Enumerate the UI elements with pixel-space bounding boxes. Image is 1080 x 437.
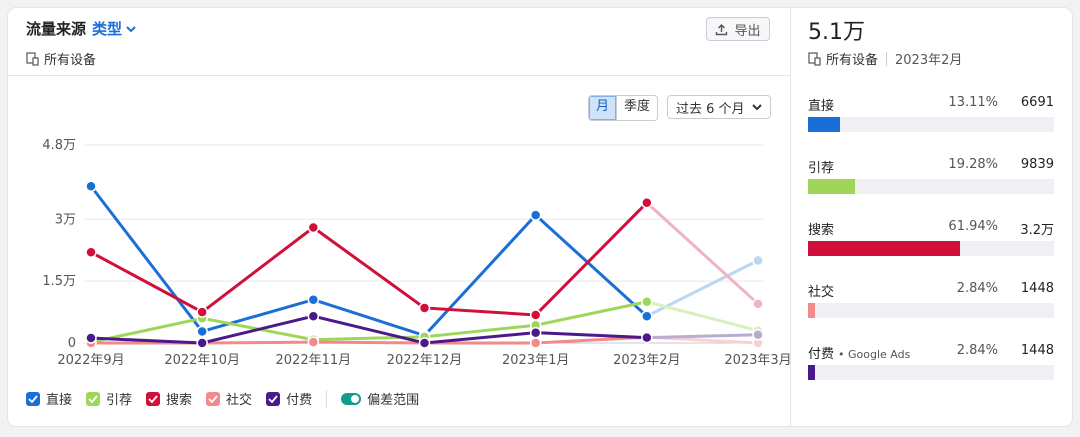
legend-label: 直接 [46, 393, 73, 408]
share-bar-track [808, 365, 1054, 380]
data-point[interactable] [641, 197, 653, 209]
data-point[interactable] [529, 209, 542, 221]
source-percent: 61.94% [948, 219, 998, 234]
traffic-line-chart: 0 1.5万 3万 4.8万 2022年9月 2022年10月 2022年11月 2022年1… [42, 138, 790, 368]
devices-icon [808, 51, 821, 66]
data-point[interactable] [196, 337, 208, 349]
summary-subheader: 所有设备 2023年2月 [808, 49, 962, 68]
x-tick-label: 2022年12月 [387, 353, 463, 368]
share-bar-track [808, 241, 1054, 256]
source-value: 3.2万 [1020, 223, 1054, 238]
data-point[interactable] [307, 336, 320, 348]
source-value: 1448 [1020, 343, 1054, 358]
checkbox-icon[interactable] [86, 391, 101, 406]
source-percent: 2.84% [956, 343, 998, 358]
checkbox-icon[interactable] [206, 391, 221, 406]
series-付费 [85, 310, 764, 349]
legend-label: 付费 [286, 393, 313, 408]
x-tick-label: 2023年2月 [613, 353, 680, 368]
checkbox-icon[interactable] [26, 391, 40, 406]
data-point[interactable] [752, 254, 764, 267]
share-bar-fill [808, 179, 856, 194]
x-tick-label: 2022年11月 [276, 353, 352, 368]
data-point[interactable] [196, 325, 208, 338]
summary-devices: 所有设备 [826, 53, 879, 68]
data-point[interactable] [85, 246, 97, 258]
x-tick-label: 2023年3月 [724, 353, 790, 368]
data-point[interactable] [529, 326, 542, 339]
forecast-line [646, 300, 759, 333]
panel-divider [790, 8, 791, 426]
source-label: 付费 • Google Ads [808, 347, 911, 362]
source-value: 1448 [1020, 281, 1054, 296]
x-tick-label: 2022年10月 [164, 353, 240, 368]
checkbox-icon[interactable] [266, 391, 281, 406]
x-tick-label: 2023年1月 [502, 353, 569, 368]
share-bar-fill [808, 241, 961, 256]
share-bar-track [808, 303, 1054, 318]
legend-item[interactable]: 付费 [266, 389, 312, 408]
data-point[interactable] [529, 309, 542, 321]
legend-item[interactable]: 引荐 [86, 389, 132, 408]
data-point[interactable] [641, 331, 653, 344]
range-label: 偏差范围 [367, 393, 420, 408]
data-point[interactable] [85, 332, 97, 344]
share-bar-fill [808, 365, 815, 380]
series-搜索 [85, 197, 764, 321]
total-visits: 5.1万 [808, 20, 865, 45]
source-label: 直接 [808, 99, 835, 114]
legend-item[interactable]: 直接 [26, 389, 72, 408]
source-label: 引荐 [808, 161, 835, 176]
data-point[interactable] [418, 337, 431, 349]
summary-date: 2023年2月 [895, 53, 963, 68]
legend-item[interactable]: 搜索 [146, 389, 192, 408]
data-point[interactable] [752, 329, 764, 341]
source-value: 6691 [1020, 95, 1054, 110]
data-point[interactable] [196, 306, 208, 318]
data-point[interactable] [752, 298, 764, 310]
legend-label: 搜索 [166, 393, 193, 408]
share-bar-fill [808, 303, 815, 318]
source-percent: 13.11% [948, 95, 998, 110]
share-bar-track [808, 179, 1054, 194]
series-直接 [85, 180, 764, 342]
source-percent: 2.84% [956, 281, 998, 296]
share-bar-track [808, 117, 1054, 132]
data-point[interactable] [529, 337, 542, 349]
series-line [89, 185, 648, 338]
legend-label: 社交 [226, 393, 253, 408]
forecast-line [646, 333, 759, 340]
data-point[interactable] [307, 310, 320, 322]
range-toggle[interactable]: 偏差范围 [341, 389, 419, 408]
source-value: 9839 [1020, 157, 1054, 172]
legend-label: 引荐 [106, 393, 133, 408]
data-point[interactable] [307, 293, 320, 306]
data-point[interactable] [307, 221, 320, 234]
y-tick-label: 0 [68, 336, 76, 351]
source-label: 搜索 [808, 223, 835, 238]
y-tick-label: 1.5万 [42, 274, 76, 289]
source-percent: 19.28% [948, 157, 998, 172]
legend-separator [326, 389, 328, 408]
data-point[interactable] [85, 180, 97, 192]
chart-legend: 直接 引荐 搜索 社交 付费 偏差范围 [26, 389, 433, 408]
data-point[interactable] [641, 296, 653, 308]
data-point[interactable] [641, 310, 653, 322]
toggle-switch[interactable] [341, 392, 362, 405]
checkbox-icon[interactable] [146, 391, 161, 406]
legend-item[interactable]: 社交 [206, 389, 252, 408]
y-tick-label: 3万 [55, 212, 76, 227]
source-note: • Google Ads [838, 348, 911, 361]
source-label: 社交 [808, 285, 835, 300]
data-point[interactable] [418, 302, 431, 314]
share-bar-fill [808, 117, 841, 132]
summary-separator [886, 51, 888, 66]
x-tick-label: 2022年9月 [57, 353, 124, 368]
y-tick-label: 4.8万 [42, 138, 76, 153]
series-line [90, 300, 648, 344]
